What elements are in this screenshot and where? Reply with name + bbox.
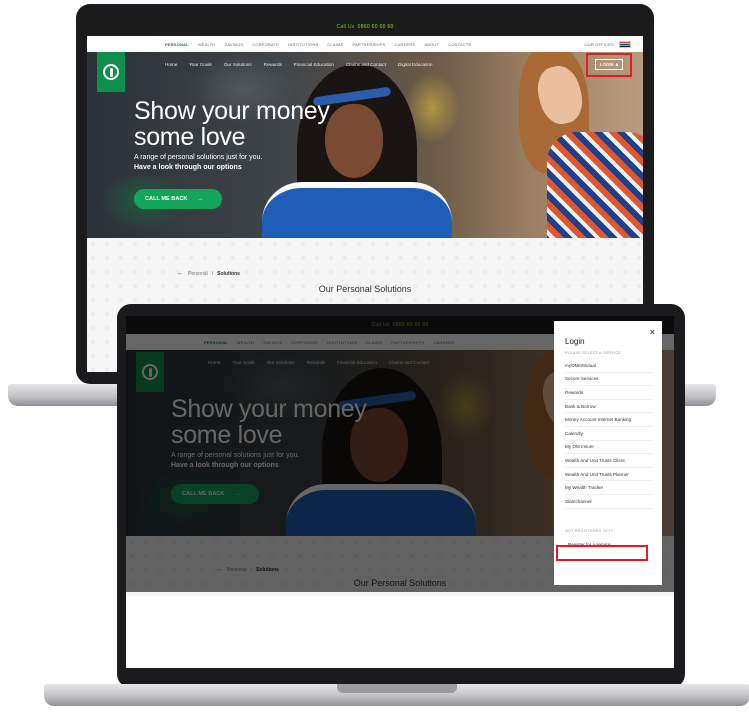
top-nav-personal[interactable]: PERSONAL: [165, 42, 189, 47]
not-registered-hint: NOT REGISTERED YET?: [565, 528, 613, 533]
top-nav-careers[interactable]: CAREERS: [395, 42, 416, 47]
hero-subtext-bold: Have a look through our options: [134, 164, 242, 171]
close-icon[interactable]: ×: [650, 327, 655, 337]
call-number[interactable]: 0860 60 60 60: [358, 24, 394, 30]
top-nav: PERSONAL WEALTH SAVINGS CORPORATE INSTIT…: [87, 36, 643, 52]
top-nav-contacts[interactable]: CONTACTS: [448, 42, 471, 47]
login-panel-title: Login: [565, 337, 585, 346]
top-nav-about[interactable]: ABOUT: [424, 42, 439, 47]
headline-line-2: some love: [134, 123, 246, 151]
service-item[interactable]: My OM Insure: [565, 441, 652, 455]
service-item[interactable]: My Wealth Tracker: [565, 481, 652, 495]
breadcrumb: ← Personal / Solutions: [177, 270, 240, 277]
service-item[interactable]: Rewards: [565, 386, 652, 400]
front-laptop-base: [44, 684, 749, 706]
service-item[interactable]: Wealth And Unit Trusts Planner: [565, 468, 652, 482]
top-nav-partnerships[interactable]: PARTNERSHIPS: [352, 42, 385, 47]
old-mutual-logo[interactable]: [97, 52, 125, 92]
our-offices-link[interactable]: OUR OFFICES: [584, 42, 614, 47]
service-item[interactable]: Secure Services: [565, 373, 652, 387]
cta-label: CALL ME BACK: [145, 196, 188, 202]
service-item[interactable]: Wealth And Unit Trusts Client: [565, 454, 652, 468]
page-footer-area: [126, 596, 674, 668]
headline-line-1: Show your money: [134, 97, 330, 125]
login-highlight-box: [586, 53, 632, 77]
nav-rewards[interactable]: Rewards: [264, 62, 282, 67]
breadcrumb-current: Solutions: [217, 270, 240, 277]
hero-headline: Show your money some love: [134, 98, 330, 150]
nav-our-solutions[interactable]: Our Solutions: [224, 62, 252, 67]
call-me-back-button[interactable]: CALL ME BACK →: [134, 189, 222, 209]
call-bar: Call Us 0860 60 60 60: [87, 18, 643, 36]
top-nav-corporate[interactable]: CORPORATE: [252, 42, 279, 47]
top-nav-institutions[interactable]: INSTITUTIONS: [288, 42, 318, 47]
nav-financial-education[interactable]: Financial Education: [294, 62, 334, 67]
nav-digital-education[interactable]: Digital Education: [398, 62, 432, 67]
front-laptop-screen: Call Us 0860 60 60 60 PERSONAL WEALTH SA…: [126, 316, 674, 668]
hero-subtext: A range of personal solutions just for y…: [134, 154, 263, 161]
breadcrumb-personal[interactable]: Personal: [188, 271, 208, 277]
flag-icon[interactable]: [619, 40, 631, 48]
composite-screenshot: Call Us 0860 60 60 60 PERSONAL WEALTH SA…: [0, 0, 749, 716]
breadcrumb-separator: /: [211, 270, 214, 277]
call-label: Call Us: [336, 24, 355, 30]
top-nav-wealth[interactable]: WEALTH: [198, 42, 216, 47]
top-nav-claims[interactable]: CLAIMS: [327, 42, 343, 47]
service-item[interactable]: Slamchannel: [565, 495, 652, 509]
nav-your-goals[interactable]: Your Goals: [189, 62, 212, 67]
service-item[interactable]: myOMinMutual: [565, 359, 652, 373]
main-nav: Home Your Goals Our Solutions Rewards Fi…: [165, 62, 432, 67]
nav-claims-contact[interactable]: Claims and Contact: [346, 62, 386, 67]
service-item[interactable]: Calendly: [565, 427, 652, 441]
arrow-left-icon[interactable]: ←: [177, 270, 184, 277]
select-service-hint: PLEASE SELECT A SERVICE: [565, 351, 621, 355]
arrow-right-icon: →: [197, 196, 204, 202]
service-item[interactable]: Bank & Borrow: [565, 400, 652, 414]
service-item[interactable]: Money Account Internet Banking: [565, 413, 652, 427]
top-nav-savings[interactable]: SAVINGS: [224, 42, 243, 47]
section-title: Our Personal Solutions: [318, 284, 412, 294]
register-highlight-box: [556, 545, 648, 561]
nav-home[interactable]: Home: [165, 62, 177, 67]
